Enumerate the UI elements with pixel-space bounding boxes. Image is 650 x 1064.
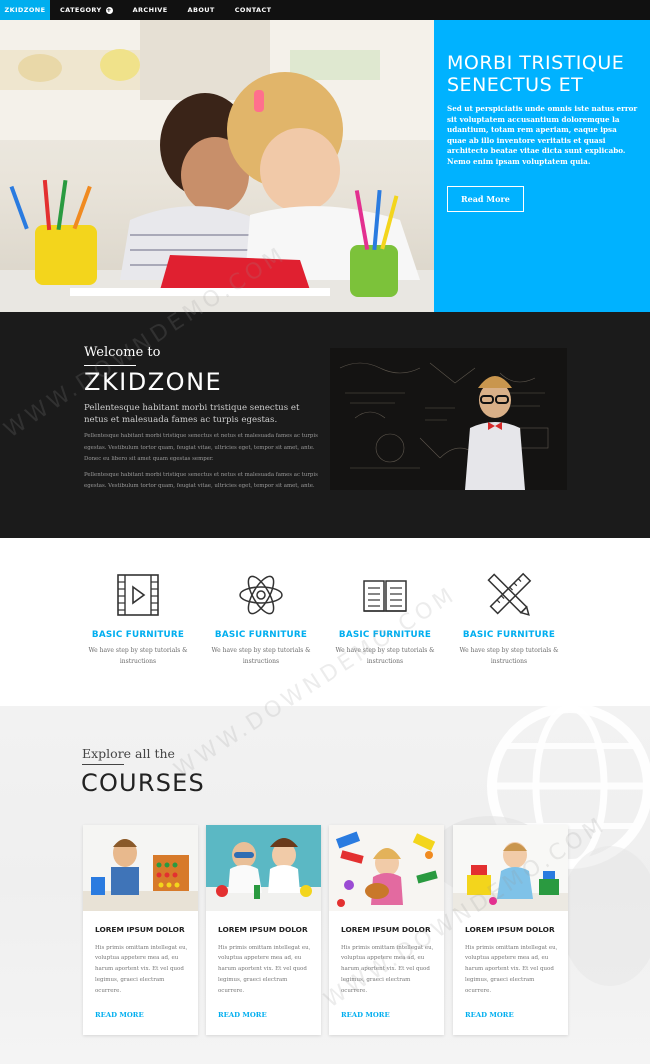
welcome-brand: ZKIDZONE bbox=[84, 368, 223, 396]
read-more-link[interactable]: READ MORE bbox=[218, 1011, 267, 1019]
welcome-content: Welcome to ZKIDZONE Pellentesque habitan… bbox=[84, 345, 324, 493]
hero-image bbox=[0, 20, 434, 312]
feature-text: We have step by step tutorials & instruc… bbox=[335, 647, 435, 665]
course-image bbox=[329, 825, 444, 911]
book-icon bbox=[363, 580, 407, 612]
course-image bbox=[206, 825, 321, 911]
welcome-kicker: Welcome to bbox=[84, 345, 161, 360]
nav-brand[interactable]: ZKIDZONE bbox=[0, 0, 50, 20]
welcome-body: Pellentesque habitant morbi tristique se… bbox=[84, 471, 318, 490]
nav-item-label: CATEGORY bbox=[60, 6, 102, 14]
divider bbox=[84, 365, 136, 366]
divider bbox=[82, 764, 124, 765]
nav-item-archive[interactable]: ARCHIVE bbox=[123, 0, 178, 20]
course-text: His primis omittam intellegat eu, volupt… bbox=[341, 944, 434, 994]
feature-text: We have step by step tutorials & instruc… bbox=[211, 647, 311, 665]
feature-card: BASIC FURNITURE We have step by step tut… bbox=[86, 572, 190, 667]
nav-item-category[interactable]: CATEGORY + bbox=[50, 0, 123, 20]
welcome-section: Welcome to ZKIDZONE Pellentesque habitan… bbox=[0, 312, 650, 538]
feature-title: BASIC FURNITURE bbox=[338, 630, 432, 640]
top-nav: ZKIDZONE CATEGORY + ARCHIVE ABOUT CONTAC… bbox=[0, 0, 650, 20]
course-card[interactable]: LOREM IPSUM DOLOR His primis omittam int… bbox=[83, 825, 198, 1035]
courses-kicker: Explore all the bbox=[82, 746, 175, 761]
course-image bbox=[453, 825, 568, 911]
course-text: His primis omittam intellegat eu, volupt… bbox=[218, 944, 311, 994]
feature-title: BASIC FURNITURE bbox=[462, 630, 556, 640]
course-text: His primis omittam intellegat eu, volupt… bbox=[465, 944, 558, 994]
course-card[interactable]: LOREM IPSUM DOLOR His primis omittam int… bbox=[329, 825, 444, 1035]
course-title: LOREM IPSUM DOLOR bbox=[341, 925, 431, 934]
atom-icon bbox=[239, 575, 283, 615]
courses-section: Explore all the COURSES LOREM IPSUM DOLO… bbox=[0, 706, 650, 1064]
feature-card: BASIC FURNITURE We have step by step tut… bbox=[333, 572, 437, 667]
nav-item-contact[interactable]: CONTACT bbox=[225, 0, 282, 20]
pencil-ruler-icon bbox=[487, 572, 532, 616]
hero-text: Sed ut perspiciatis unde omnis iste natu… bbox=[447, 104, 638, 166]
film-icon bbox=[117, 574, 159, 616]
features-section: BASIC FURNITURE We have step by step tut… bbox=[0, 538, 650, 706]
hero-section: MORBI TRISTIQUE SENECTUS ET Sed ut persp… bbox=[0, 20, 650, 312]
read-more-button[interactable]: Read More bbox=[447, 185, 524, 212]
read-more-link[interactable]: READ MORE bbox=[465, 1011, 514, 1019]
courses-title: COURSES bbox=[81, 769, 205, 797]
nav-item-about[interactable]: ABOUT bbox=[178, 0, 225, 20]
course-title: LOREM IPSUM DOLOR bbox=[465, 925, 555, 934]
feature-title: BASIC FURNITURE bbox=[91, 630, 185, 640]
welcome-image bbox=[330, 348, 567, 490]
plus-icon: + bbox=[105, 6, 113, 14]
feature-text: We have step by step tutorials & instruc… bbox=[459, 647, 559, 665]
course-image bbox=[83, 825, 198, 911]
course-card[interactable]: LOREM IPSUM DOLOR His primis omittam int… bbox=[206, 825, 321, 1035]
course-title: LOREM IPSUM DOLOR bbox=[218, 925, 308, 934]
hero-panel: MORBI TRISTIQUE SENECTUS ET Sed ut persp… bbox=[434, 20, 650, 312]
read-more-link[interactable]: READ MORE bbox=[341, 1011, 390, 1019]
feature-text: We have step by step tutorials & instruc… bbox=[88, 647, 188, 665]
feature-card: BASIC FURNITURE We have step by step tut… bbox=[457, 572, 561, 667]
course-text: His primis omittam intellegat eu, volupt… bbox=[95, 944, 188, 994]
welcome-lead: Pellentesque habitant morbi tristique se… bbox=[84, 403, 300, 425]
feature-card: BASIC FURNITURE We have step by step tut… bbox=[209, 572, 313, 667]
course-title: LOREM IPSUM DOLOR bbox=[95, 925, 185, 934]
read-more-link[interactable]: READ MORE bbox=[95, 1011, 144, 1019]
hero-title: MORBI TRISTIQUE SENECTUS ET bbox=[447, 52, 625, 96]
welcome-body: Pellentesque habitant morbi tristique se… bbox=[84, 433, 318, 463]
feature-title: BASIC FURNITURE bbox=[214, 630, 308, 640]
course-card[interactable]: LOREM IPSUM DOLOR His primis omittam int… bbox=[453, 825, 568, 1035]
